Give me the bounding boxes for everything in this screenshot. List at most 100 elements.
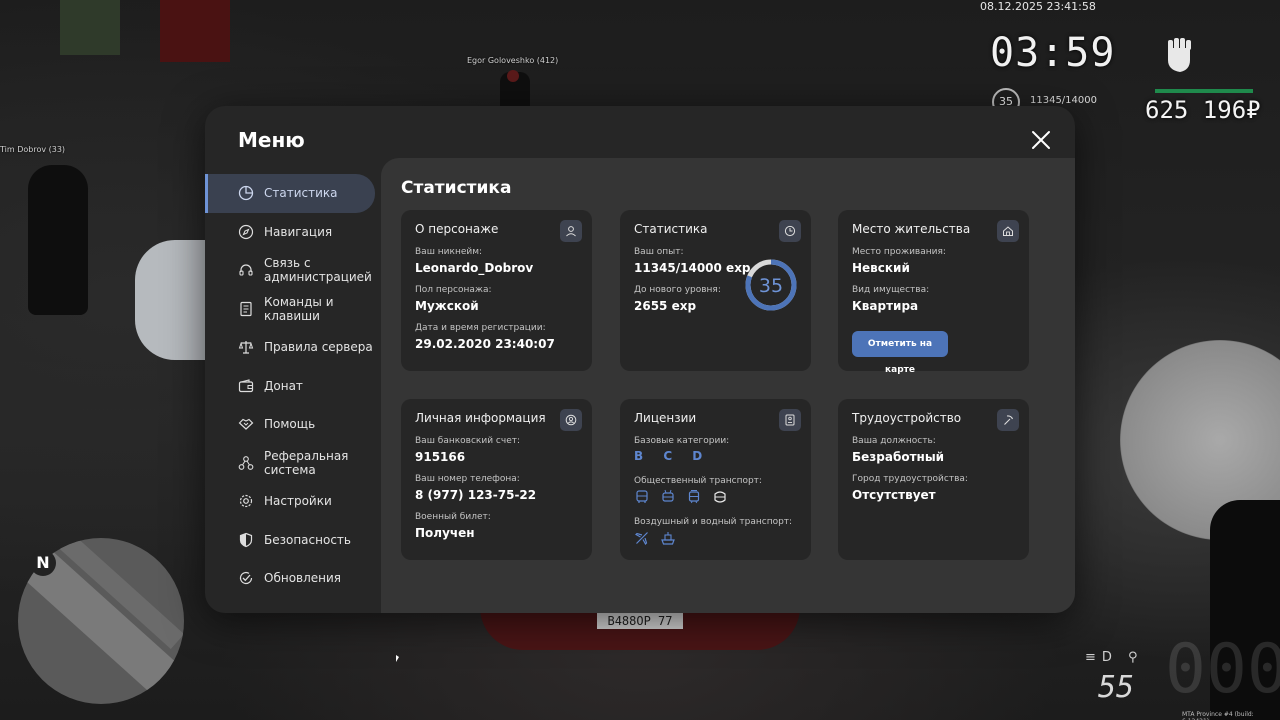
card-title: Лицензии	[634, 411, 697, 425]
mouse-cursor	[396, 655, 399, 662]
property-type-label: Вид имущества:	[852, 285, 930, 295]
compass-north-icon: N	[30, 550, 56, 576]
card-title: Трудоустройство	[852, 411, 962, 425]
close-icon[interactable]	[1030, 129, 1052, 151]
sidebar-item-label: Обновления	[264, 571, 342, 586]
sidebar-item-security[interactable]: Безопасность	[205, 521, 381, 560]
exp-label: Ваш опыт:	[634, 247, 684, 257]
tram-icon	[686, 489, 702, 505]
bus-icon	[634, 489, 650, 505]
build-info: MTA Province #4 (build: 6.12421)	[1182, 711, 1254, 720]
network-icon	[238, 455, 254, 470]
scales-icon	[238, 341, 254, 354]
background-pedestrian-head	[507, 70, 519, 82]
sidebar-item-help[interactable]: Помощь	[205, 405, 381, 444]
wallet-icon	[238, 379, 254, 392]
card-character: О персонаже Ваш никнейм: Leonardo_Dobrov…	[401, 210, 592, 371]
level-progress-ring: 35	[745, 259, 797, 311]
public-transport-label: Общественный транспорт:	[634, 476, 762, 486]
background-container	[160, 0, 230, 62]
military-id-label: Военный билет:	[415, 512, 491, 522]
sidebar-item-settings[interactable]: Настройки	[205, 482, 381, 521]
airplane-icon	[634, 530, 650, 546]
base-categories-value: B C D	[634, 449, 711, 463]
sidebar-item-rules[interactable]: Правила сервера	[205, 328, 381, 367]
card-employment: Трудоустройство Ваша должность: Безработ…	[838, 399, 1029, 560]
metro-icon	[712, 489, 728, 505]
sidebar-item-label: Связь с администрацией	[264, 256, 372, 285]
user-circle-icon	[560, 409, 582, 431]
registration-value: 29.02.2020 23:40:07	[415, 337, 555, 351]
bank-account-label: Ваш банковский счет:	[415, 436, 521, 446]
base-categories-label: Базовые категории:	[634, 436, 730, 446]
trolleybus-icon	[660, 489, 676, 505]
gender-label: Пол персонажа:	[415, 285, 492, 295]
nickname-value: Leonardo_Dobrov	[415, 261, 534, 275]
sidebar-item-admin-contact[interactable]: Связь с администрацией	[205, 251, 381, 290]
sidebar-item-statistics[interactable]: Статистика	[205, 174, 375, 213]
card-title: Место жительства	[852, 222, 971, 236]
mark-on-map-button[interactable]: Отметить на карте	[852, 331, 948, 375]
headset-icon	[239, 264, 253, 276]
boat-icon	[660, 530, 676, 546]
work-city-value: Отсутствует	[852, 488, 936, 502]
player-nametag: Tim Dobrov (33)	[0, 145, 66, 154]
public-transport-icons	[634, 489, 728, 505]
property-type-value: Квартира	[852, 299, 919, 313]
sidebar-item-label: Статистика	[264, 186, 338, 201]
background-person	[28, 165, 88, 315]
player-nametag: Egor Goloveshko (412)	[467, 56, 559, 65]
military-id-value: Получен	[415, 526, 475, 540]
sidebar-item-updates[interactable]: Обновления	[205, 559, 381, 598]
hud-money: 625 196₽	[1145, 96, 1261, 124]
sidebar-item-label: Команды и клавиши	[264, 294, 334, 323]
sidebar-item-commands[interactable]: Команды и клавиши	[205, 290, 381, 329]
hud-datetime: 08.12.2025 23:41:58	[980, 0, 1096, 13]
next-level-value: 2655 exp	[634, 299, 697, 313]
page-title: Статистика	[401, 178, 512, 198]
sidebar-item-label: Правила сервера	[264, 340, 373, 355]
next-level-label: До нового уровня:	[634, 285, 721, 295]
background-container	[60, 0, 120, 55]
sidebar-nav: Статистика Навигация Связь с администрац…	[205, 174, 381, 598]
residence-value: Невский	[852, 261, 910, 275]
content-panel: Статистика О персонаже Ваш никнейм: Leon…	[381, 158, 1075, 613]
sidebar-item-label: Реферальная система	[264, 448, 349, 477]
card-title: О персонаже	[415, 222, 499, 236]
sidebar-item-label: Навигация	[264, 224, 333, 239]
seatbelt-icon: ⚲	[1128, 650, 1144, 665]
id-card-icon	[779, 409, 801, 431]
sidebar-item-donate[interactable]: Донат	[205, 367, 381, 406]
gear-icon	[239, 495, 253, 508]
vehicle-indicators: ≡D ⚲	[1085, 650, 1144, 665]
air-water-transport-icons	[634, 530, 676, 546]
health-bar	[1155, 89, 1253, 93]
work-city-label: Город трудоустройства:	[852, 474, 968, 484]
sidebar-item-navigation[interactable]: Навигация	[205, 213, 381, 252]
card-title: Личная информация	[415, 411, 546, 425]
phone-value: 8 (977) 123-75-22	[415, 488, 537, 502]
sidebar-item-label: Настройки	[264, 494, 332, 509]
hud-clock: 03:59	[990, 30, 1116, 76]
fist-icon	[1168, 38, 1191, 72]
card-licenses: Лицензии Базовые категории: B C D Общест…	[620, 399, 811, 560]
pickaxe-icon	[997, 409, 1019, 431]
nickname-label: Ваш никнейм:	[415, 247, 483, 257]
license-plate: В488ОР 77	[597, 613, 683, 629]
speedometer-background: 000	[1165, 630, 1280, 709]
card-statistics: Статистика Ваш опыт: 11345/14000 exp До …	[620, 210, 811, 371]
shield-icon	[239, 532, 253, 547]
check-circle-icon	[239, 572, 253, 585]
sidebar-item-referral[interactable]: Реферальная система	[205, 444, 381, 483]
phone-label: Ваш номер телефона:	[415, 474, 520, 484]
position-value: Безработный	[852, 450, 945, 464]
card-title: Статистика	[634, 222, 708, 236]
handshake-icon	[238, 419, 254, 431]
position-label: Ваша должность:	[852, 436, 936, 446]
background-car	[135, 240, 215, 360]
document-icon	[240, 301, 252, 316]
menu-modal: Меню Статистика Навигация Связь с админи…	[205, 106, 1075, 613]
bank-account-value: 915166	[415, 450, 466, 464]
residence-label: Место проживания:	[852, 247, 946, 257]
clock-icon	[779, 220, 801, 242]
